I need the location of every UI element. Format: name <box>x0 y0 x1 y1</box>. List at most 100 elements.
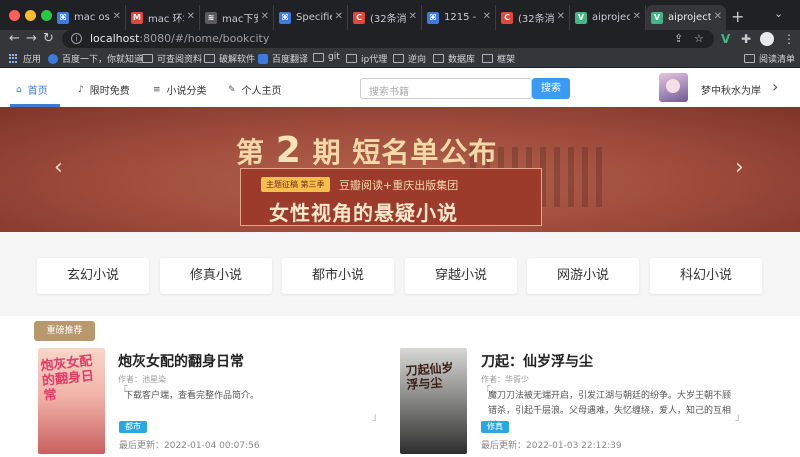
username[interactable]: 梦中秋水为岸 <box>701 82 761 97</box>
mic-icon: ♪ <box>78 84 84 95</box>
category-xuanhuan[interactable]: 玄幻小说 <box>37 258 149 294</box>
maximize-window-button[interactable] <box>41 10 52 21</box>
close-tab-icon[interactable]: ✕ <box>335 11 343 22</box>
banner-carousel[interactable]: 第 2 期 短名单公布 主题征稿 第三季 豆瓣阅读+重庆出版集团 女性视角的悬疑… <box>0 107 800 232</box>
category-dushi[interactable]: 都市小说 <box>282 258 394 294</box>
banner-headline: 女性视角的悬疑小说 <box>269 201 458 225</box>
bookmark-apps[interactable]: 应用 <box>9 52 41 65</box>
category-xiuzhen[interactable]: 修真小说 <box>160 258 272 294</box>
close-tab-icon[interactable]: ✕ <box>633 11 641 22</box>
banner-subtitle: 豆瓣阅读+重庆出版集团 <box>339 179 459 192</box>
bookmark-folder[interactable]: 框架 <box>482 52 515 65</box>
book-description: 魔刀刀法被无端开启，引发江湖与朝廷的纷争。大岁王朝不顾错杀，引起千层浪。父母遇难… <box>488 391 732 431</box>
vue-favicon-icon: V <box>651 11 663 24</box>
browser-tab[interactable]: C (32条消息 ✕ <box>348 5 422 30</box>
bookmark-folder[interactable]: git <box>313 52 340 62</box>
close-tab-icon[interactable]: ✕ <box>187 11 195 22</box>
browser-toolbar: ← → ↻ i localhost:8080/#/home/bookcity ⇪… <box>0 30 800 48</box>
book-cover[interactable]: 刀起仙岁浮与尘 <box>400 348 467 454</box>
browser-tab-active[interactable]: V aiproject ✕ <box>646 5 726 30</box>
book-cover[interactable]: 炮灰女配的翻身日常 <box>38 348 105 454</box>
carousel-prev-icon[interactable]: ‹ <box>54 155 63 180</box>
bookcity-page: ⌂ 首页 ♪ 限时免费 ≡ 小说分类 ✎ 个人主页 搜索书籍 搜索 梦中秋水为岸… <box>0 69 800 457</box>
address-bar[interactable]: i localhost:8080/#/home/bookcity ⇪ ☆ <box>62 30 714 48</box>
tab-favicon-icon: ⌘ <box>279 11 291 24</box>
browser-tab[interactable]: V aiproject ✕ <box>570 5 646 30</box>
user-avatar[interactable] <box>659 73 688 102</box>
new-tab-button[interactable]: + <box>731 7 744 26</box>
bookmark-star-icon[interactable]: ☆ <box>694 32 704 45</box>
nav-home[interactable]: ⌂ 首页 <box>16 82 48 98</box>
browser-tab[interactable]: C (32条消息 ✕ <box>496 5 570 30</box>
home-icon: ⌂ <box>16 84 22 95</box>
folder-icon <box>482 54 493 63</box>
bookmark-folder[interactable]: 可查阅资料 <box>142 52 202 65</box>
bookmark-folder[interactable]: 破解软件 <box>204 52 255 65</box>
recommend-section: 重磅推荐 炮灰女配的翻身日常 炮灰女配的翻身日常 作者：池星染 「 下载客户端，… <box>0 316 800 457</box>
tab-favicon-icon: ⌘ <box>427 11 439 24</box>
bookmark-folder[interactable]: 逆向 <box>393 52 426 65</box>
apps-grid-icon <box>9 53 19 64</box>
browser-tab[interactable]: ⌘ Specified ✕ <box>274 5 348 30</box>
close-tab-icon[interactable]: ✕ <box>409 11 417 22</box>
close-tab-icon[interactable]: ✕ <box>483 11 491 22</box>
bookmark-folder[interactable]: 数据库 <box>433 52 475 65</box>
browser-tab[interactable]: M mac 环境 ✕ <box>126 5 200 30</box>
nav-free[interactable]: ♪ 限时免费 <box>78 82 130 98</box>
browser-tab[interactable]: ≋ mac下安装 ✕ <box>200 5 274 30</box>
forward-arrow-icon[interactable]: → <box>26 31 37 46</box>
genre-tag[interactable]: 修真 <box>481 421 509 433</box>
bookmark-folder[interactable]: ip代理 <box>346 52 387 65</box>
category-chuanyue[interactable]: 穿越小说 <box>405 258 517 294</box>
bookmark-baidu-translate[interactable]: 百度翻译 <box>258 52 308 65</box>
close-tab-icon[interactable]: ✕ <box>557 11 565 22</box>
book-description: 下载客户端，查看完整作品简介。 <box>124 391 260 401</box>
bookmark-baidu[interactable]: 百度一下，你就知道 <box>48 52 143 65</box>
close-tab-icon[interactable]: ✕ <box>113 11 121 22</box>
translate-icon <box>258 53 268 64</box>
minimize-window-button[interactable] <box>25 10 36 21</box>
book-title[interactable]: 炮灰女配的翻身日常 <box>118 351 244 371</box>
info-icon[interactable]: i <box>71 33 82 44</box>
nav-profile[interactable]: ✎ 个人主页 <box>228 82 282 98</box>
banner-title: 第 2 期 短名单公布 <box>236 130 498 171</box>
folder-icon <box>204 54 215 63</box>
close-tab-icon[interactable]: ✕ <box>261 11 269 22</box>
share-icon[interactable]: ⇪ <box>674 32 683 45</box>
search-button[interactable]: 搜索 <box>532 78 570 99</box>
carousel-next-icon[interactable]: › <box>735 155 744 180</box>
browser-tab[interactable]: ⌘ mac os Ap ✕ <box>52 5 126 30</box>
close-quote-icon: 」 <box>735 412 745 423</box>
book-title[interactable]: 刀起：仙岁浮与尘 <box>481 351 593 371</box>
nav-category[interactable]: ≡ 小说分类 <box>153 82 207 98</box>
vue-devtools-icon[interactable]: V <box>721 32 730 46</box>
tab-favicon-icon: M <box>131 11 143 24</box>
folder-icon <box>142 54 153 63</box>
folder-icon <box>346 54 357 63</box>
banner-panel: 主题征稿 第三季 豆瓣阅读+重庆出版集团 女性视角的悬疑小说 <box>240 168 542 226</box>
category-wangyou[interactable]: 网游小说 <box>527 258 639 294</box>
chevron-right-icon[interactable]: › <box>772 77 778 96</box>
browser-tab-bar: ⌘ mac os Ap ✕ M mac 环境 ✕ ≋ mac下安装 ✕ ⌘ Sp… <box>0 0 800 30</box>
search-input[interactable]: 搜索书籍 <box>360 78 532 99</box>
close-quote-icon: 」 <box>372 412 382 423</box>
book-update-time: 最后更新：2022-01-04 00:07:56 <box>119 441 260 451</box>
browser-tab[interactable]: ⌘ 1215 - Ca ✕ <box>422 5 496 30</box>
menu-dots-icon[interactable]: ⋮ <box>783 32 795 46</box>
tab-search-chevron-icon[interactable]: ⌄ <box>774 7 783 20</box>
site-header: ⌂ 首页 ♪ 限时免费 ≡ 小说分类 ✎ 个人主页 搜索书籍 搜索 梦中秋水为岸… <box>0 69 800 107</box>
genre-tag[interactable]: 都市 <box>119 421 147 433</box>
feather-icon: ✎ <box>228 84 236 95</box>
close-window-button[interactable] <box>9 10 20 21</box>
close-tab-icon[interactable]: ✕ <box>714 11 722 22</box>
extensions-puzzle-icon[interactable]: ✚ <box>741 32 751 46</box>
url-text[interactable]: localhost:8080/#/home/bookcity <box>90 32 269 45</box>
reload-icon[interactable]: ↻ <box>43 31 54 46</box>
back-arrow-icon[interactable]: ← <box>9 31 20 46</box>
reading-list-icon <box>744 54 755 63</box>
reading-list[interactable]: 阅读清单 <box>744 52 795 65</box>
category-kehuan[interactable]: 科幻小说 <box>650 258 762 294</box>
profile-avatar-icon[interactable] <box>760 32 774 46</box>
tab-favicon-icon: C <box>501 11 513 24</box>
folder-icon <box>433 54 444 63</box>
